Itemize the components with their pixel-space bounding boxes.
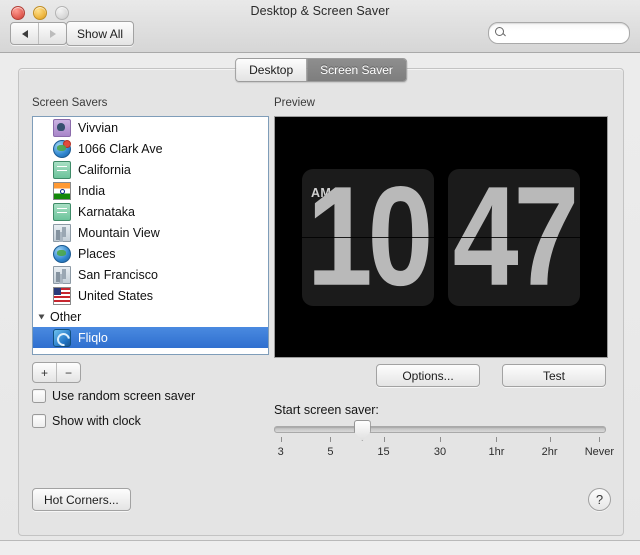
slider-tick xyxy=(330,437,332,442)
green-sign-icon xyxy=(53,160,71,179)
preview-label: Preview xyxy=(274,97,315,109)
hours-digits: 10 xyxy=(307,168,434,306)
list-item[interactable]: United States xyxy=(33,285,268,306)
list-item[interactable]: California xyxy=(33,159,268,180)
screen-savers-label: Screen Savers xyxy=(32,97,108,109)
fliqlo-icon xyxy=(53,328,71,347)
list-item[interactable]: 1066 Clark Ave xyxy=(33,138,268,159)
slider-tick-label: 2hr xyxy=(541,446,558,458)
show-with-clock-checkbox[interactable] xyxy=(32,414,46,428)
slider-tick-label: 1hr xyxy=(488,446,505,458)
slider-tick xyxy=(496,437,498,442)
flag-usa-icon xyxy=(53,286,71,305)
use-random-screen-saver-row[interactable]: Use random screen saver xyxy=(32,389,195,403)
minutes-card: 47 xyxy=(448,168,580,306)
slider-tick-label: 15 xyxy=(377,446,390,458)
zoom-button[interactable] xyxy=(55,6,69,20)
use-random-screen-saver-label: Use random screen saver xyxy=(52,389,196,403)
slider-ticks xyxy=(274,437,606,445)
back-button[interactable] xyxy=(11,23,38,44)
list-item[interactable]: Mountain View xyxy=(33,222,268,243)
screensaver-preview[interactable]: AM 10 47 xyxy=(274,116,608,358)
slider-tick-labels: 3 5 15 30 1hr 2hr Never xyxy=(274,446,614,460)
test-button[interactable]: Test xyxy=(502,364,606,387)
system-preferences-window: Desktop & Screen Saver Show All Desktop … xyxy=(0,0,640,541)
triangle-right-icon xyxy=(49,29,56,38)
list-group-other[interactable]: Other xyxy=(33,306,268,327)
triangle-left-icon xyxy=(21,29,28,38)
flag-india-icon xyxy=(53,181,71,200)
window-title: Desktop & Screen Saver xyxy=(250,4,390,18)
options-button[interactable]: Options... xyxy=(376,364,480,387)
person-portrait-icon xyxy=(53,118,71,137)
show-with-clock-row[interactable]: Show with clock xyxy=(32,414,141,428)
forward-button[interactable] xyxy=(38,23,66,44)
search-input[interactable] xyxy=(510,26,622,40)
start-screen-saver-slider-block: Start screen saver: 3 5 15 30 1hr 2hr Never xyxy=(274,403,614,460)
remove-screensaver-button[interactable]: − xyxy=(56,363,80,382)
fliqlo-flip-clock: AM 10 47 xyxy=(275,117,607,357)
list-item-label: Mountain View xyxy=(78,225,160,240)
list-item-label: California xyxy=(78,162,131,177)
search-icon xyxy=(495,27,507,39)
list-item[interactable]: Vivvian xyxy=(33,117,268,138)
hot-corners-button[interactable]: Hot Corners... xyxy=(32,488,131,511)
slider-tick xyxy=(440,437,441,442)
list-item-label: San Francisco xyxy=(78,267,158,282)
search-field[interactable] xyxy=(488,22,630,44)
city-buildings-icon xyxy=(53,223,71,242)
disclosure-triangle-icon[interactable] xyxy=(38,314,45,319)
list-group-label: Other xyxy=(50,309,82,324)
close-button[interactable] xyxy=(11,6,25,20)
add-remove-segmented-control[interactable]: + − xyxy=(32,362,81,383)
list-item-label: India xyxy=(78,183,106,198)
globe-icon xyxy=(53,244,71,263)
preferences-content-panel: Desktop Screen Saver Screen Savers Vivvi… xyxy=(18,58,624,536)
preview-wrap: AM 10 47 xyxy=(274,116,608,358)
start-screen-saver-label: Start screen saver: xyxy=(274,403,379,417)
slider-tick-label: 30 xyxy=(433,446,447,458)
list-item[interactable]: San Francisco xyxy=(33,264,268,285)
list-item[interactable]: Karnataka xyxy=(33,201,268,222)
window-titlebar: Desktop & Screen Saver Show All xyxy=(0,0,640,53)
add-screensaver-button[interactable]: + xyxy=(33,363,56,382)
show-with-clock-label: Show with clock xyxy=(52,414,141,428)
globe-pin-icon xyxy=(53,139,71,158)
traffic-light-buttons xyxy=(11,6,69,20)
list-item-label: Karnataka xyxy=(78,204,135,219)
list-item[interactable]: Places xyxy=(33,243,268,264)
tab-bar: Desktop Screen Saver xyxy=(235,58,407,82)
minutes-digits: 47 xyxy=(453,168,580,306)
preview-buttons: Options... Test xyxy=(274,364,606,387)
list-item-label: Places xyxy=(78,246,116,261)
screen-savers-list[interactable]: Vivvian 1066 Clark Ave California India … xyxy=(32,116,269,355)
list-item-fliqlo[interactable]: Fliqlo xyxy=(33,327,268,348)
list-item-label: Vivvian xyxy=(78,120,119,135)
slider-tick xyxy=(280,437,282,442)
slider-tick xyxy=(599,437,601,442)
slider-tick-label: 5 xyxy=(327,446,334,458)
slider-tick xyxy=(549,437,551,442)
screenshot-root: Desktop & Screen Saver Show All Desktop … xyxy=(0,0,640,555)
list-item[interactable]: India xyxy=(33,180,268,201)
show-all-button[interactable]: Show All xyxy=(66,21,135,46)
tab-desktop[interactable]: Desktop xyxy=(236,59,307,81)
hot-corners-wrap: Hot Corners... xyxy=(32,488,131,511)
tab-screen-saver[interactable]: Screen Saver xyxy=(306,59,406,81)
hours-card: AM 10 xyxy=(302,168,434,306)
list-item-label: 1066 Clark Ave xyxy=(78,141,163,156)
help-button[interactable]: ? xyxy=(588,488,611,511)
use-random-screen-saver-checkbox[interactable] xyxy=(32,389,46,403)
slider-tick xyxy=(383,437,385,442)
green-sign-icon xyxy=(53,202,71,221)
minimize-button[interactable] xyxy=(33,6,47,20)
list-item-label: United States xyxy=(78,288,154,303)
city-buildings-icon xyxy=(53,265,71,284)
list-item-label: Fliqlo xyxy=(78,330,108,345)
navigation-segmented-control[interactable] xyxy=(10,22,67,45)
slider-tick-label: 3 xyxy=(277,446,284,458)
slider-tick-label: Never xyxy=(584,446,615,458)
start-screen-saver-slider[interactable] xyxy=(274,420,606,441)
